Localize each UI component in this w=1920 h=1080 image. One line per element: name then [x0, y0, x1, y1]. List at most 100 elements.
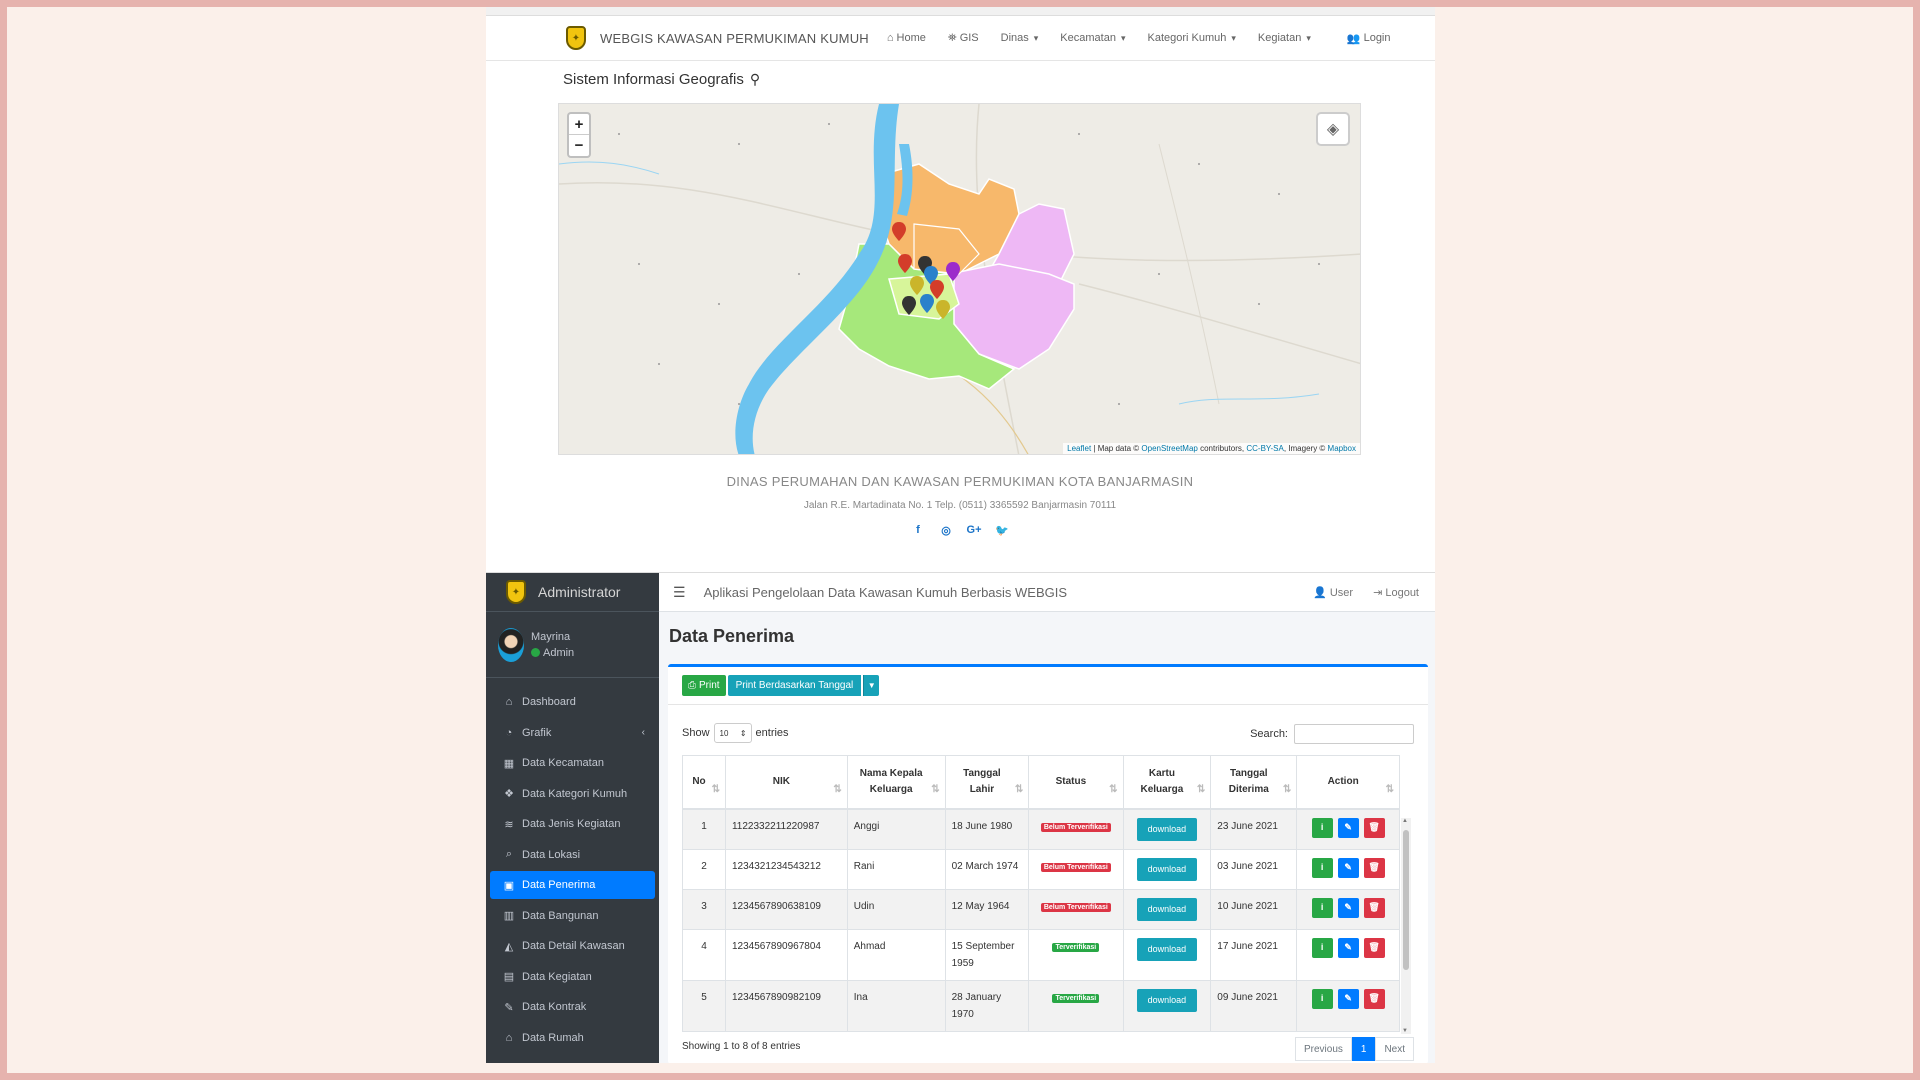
trash-icon[interactable]: 🗑	[1363, 817, 1385, 838]
leaflet-link[interactable]: Leaflet	[1067, 444, 1091, 453]
edit-icon[interactable]: ✎	[1337, 988, 1359, 1009]
info-icon[interactable]: i	[1311, 988, 1333, 1009]
download-button[interactable]: download	[1136, 857, 1198, 881]
sidebar-item-data-penerima[interactable]: ▣ Data Penerima	[490, 871, 655, 899]
trash-icon[interactable]: 🗑	[1363, 988, 1385, 1009]
print-button[interactable]: ⎙ Print	[682, 675, 726, 696]
brand-title[interactable]: WEBGIS KAWASAN PERMUKIMAN KUMUH	[600, 31, 869, 46]
nav-dinas[interactable]: Dinas	[1001, 32, 1039, 44]
sidebar-item-data-jenis-kegiatan[interactable]: ≋ Data Jenis Kegiatan	[490, 810, 655, 838]
nav-home[interactable]: ⌂ Home	[887, 32, 926, 44]
edit-icon[interactable]: ✎	[1337, 817, 1359, 838]
sign-out-icon: ⇥	[1373, 586, 1386, 599]
zoom-out-button[interactable]: −	[569, 135, 589, 156]
entries-select[interactable]: 10	[713, 723, 752, 743]
sidebar-item-dashboard[interactable]: ⌂ Dashboard	[490, 688, 655, 716]
status-badge: Belum Terverifikasi	[1040, 822, 1111, 832]
twitter-icon[interactable]: 🐦	[995, 523, 1009, 537]
pagination-next[interactable]: Next	[1375, 1037, 1414, 1061]
trash-icon[interactable]: 🗑	[1363, 857, 1385, 878]
sidebar-item-data-rumah[interactable]: ⌂ Data Rumah	[490, 1024, 655, 1052]
col-header-tanggal-diterima[interactable]: Tanggal Diterima	[1210, 755, 1298, 810]
card-toolbar: ⎙ Print Print Berdasarkan Tanggal ▼	[668, 667, 1428, 705]
home-icon: ⌂	[505, 696, 513, 708]
nav-kecamatan[interactable]: Kecamatan	[1060, 32, 1125, 44]
mapbox-link[interactable]: Mapbox	[1328, 444, 1356, 453]
nav-gis[interactable]: ⛯ GIS	[948, 32, 979, 45]
facebook-icon[interactable]: f	[911, 523, 925, 537]
sidebar-item-grafik[interactable]: ◔ Grafik ‹	[490, 719, 655, 747]
col-header-status[interactable]: Status	[1028, 755, 1124, 810]
table-scrollbar[interactable]: ▲ ▼	[1401, 818, 1411, 1034]
user-link[interactable]: 👤 User	[1313, 586, 1353, 599]
download-button[interactable]: download	[1136, 937, 1198, 961]
scroll-down-icon[interactable]: ▼	[1402, 1028, 1408, 1034]
sidebar-item-data-kegiatan[interactable]: ▤ Data Kegiatan	[490, 963, 655, 991]
page-heading: Data Penerima	[669, 626, 795, 646]
google-plus-icon[interactable]: G+	[967, 523, 982, 537]
col-header-no[interactable]: No	[682, 755, 726, 810]
pagination: Previous 1 Next	[1294, 1037, 1414, 1061]
home-icon: ⌂	[505, 1031, 513, 1044]
table-row: 4 1234567890967804 Ahmad 15 September 19…	[682, 928, 1400, 981]
nav-kegiatan[interactable]: Kegiatan	[1258, 32, 1311, 44]
edit-icon[interactable]: ✎	[1337, 897, 1359, 918]
info-icon[interactable]: i	[1311, 897, 1333, 918]
zoom-in-button[interactable]: +	[569, 114, 589, 135]
hamburger-menu-icon[interactable]: ☰	[673, 584, 686, 601]
sidebar-item-data-kontrak[interactable]: ✎ Data Kontrak	[490, 993, 655, 1021]
dropdown-toggle-button[interactable]: ▼	[863, 675, 880, 696]
info-icon[interactable]: i	[1311, 817, 1333, 838]
download-button[interactable]: download	[1136, 897, 1198, 921]
calendar-icon: ▤	[503, 971, 515, 983]
sidebar-item-data-lokasi[interactable]: ⌕ Data Lokasi	[490, 841, 655, 869]
search-input[interactable]	[1294, 724, 1414, 744]
osm-link[interactable]: OpenStreetMap	[1141, 444, 1197, 453]
logout-link[interactable]: ⇥ Logout	[1373, 586, 1419, 599]
nav-kategori-kumuh[interactable]: Kategori Kumuh	[1147, 32, 1235, 44]
table-scroll-area[interactable]: No NIK Nama Kepala Keluarga Tanggal Lahi…	[682, 755, 1400, 1035]
user-role: Admin	[531, 647, 574, 659]
nav-login[interactable]: 👥 Login	[1347, 32, 1391, 45]
download-button[interactable]: download	[1136, 817, 1198, 841]
sidebar-user[interactable]: Mayrina Admin	[486, 612, 659, 678]
pagination-page-1[interactable]: 1	[1351, 1037, 1376, 1061]
edit-icon[interactable]: ✎	[1337, 937, 1359, 958]
status-badge: Belum Terverifikasi	[1040, 902, 1111, 912]
sidebar-item-data-kategori-kumuh[interactable]: ❖ Data Kategori Kumuh	[490, 780, 655, 808]
trash-icon[interactable]: 🗑	[1363, 937, 1385, 958]
sidebar-brand[interactable]: ✦ Administrator	[486, 573, 659, 612]
users-icon: 👥	[1346, 32, 1361, 45]
scroll-up-icon[interactable]: ▲	[1402, 818, 1408, 824]
info-icon[interactable]: i	[1311, 937, 1333, 958]
leaflet-map[interactable]: + − ◈ Leaflet | Map data © OpenStreetMap…	[558, 103, 1361, 455]
instagram-icon[interactable]: ◎	[939, 523, 953, 537]
brand-logo-icon: ✦	[566, 26, 586, 50]
status-badge: Terverifikasi	[1052, 942, 1100, 952]
pagination-previous[interactable]: Previous	[1294, 1037, 1352, 1061]
layers-icon[interactable]: ◈	[1316, 112, 1350, 146]
print-by-date-button[interactable]: Print Berdasarkan Tanggal	[727, 675, 862, 696]
sidebar-item-data-detail-kawasan[interactable]: ◭ Data Detail Kawasan	[490, 932, 655, 960]
gis-icon: ⛯	[947, 31, 957, 44]
file-signature-icon: ✎	[504, 1001, 514, 1014]
col-header-nik[interactable]: NIK	[724, 755, 848, 810]
edit-icon[interactable]: ✎	[1337, 857, 1359, 878]
cc-by-sa-link[interactable]: CC-BY-SA	[1246, 444, 1284, 453]
info-icon[interactable]: i	[1311, 857, 1333, 878]
building-icon: ▥	[503, 910, 515, 922]
col-header-action[interactable]: Action	[1296, 755, 1400, 810]
col-header-nama[interactable]: Nama Kepala Keluarga	[846, 755, 946, 810]
trash-icon[interactable]: 🗑	[1363, 897, 1385, 918]
scrollbar-thumb[interactable]	[1403, 830, 1409, 970]
col-header-tanggal-lahir[interactable]: Tanggal Lahir	[944, 755, 1030, 810]
social-links: f ◎ G+ 🐦	[561, 523, 1359, 537]
sidebar-item-data-kecamatan[interactable]: ▦ Data Kecamatan	[490, 749, 655, 777]
table-info: Showing 1 to 8 of 8 entries	[682, 1041, 801, 1052]
layers-icon: ≋	[504, 818, 514, 831]
col-header-kartu-keluarga[interactable]: Kartu Keluarga	[1122, 755, 1212, 810]
sidebar-item-data-bangunan[interactable]: ▥ Data Bangunan	[490, 902, 655, 930]
footer-org: DINAS PERUMAHAN DAN KAWASAN PERMUKIMAN K…	[726, 474, 1194, 489]
download-button[interactable]: download	[1136, 988, 1198, 1012]
map-marker-icon: ⚲	[749, 71, 761, 87]
